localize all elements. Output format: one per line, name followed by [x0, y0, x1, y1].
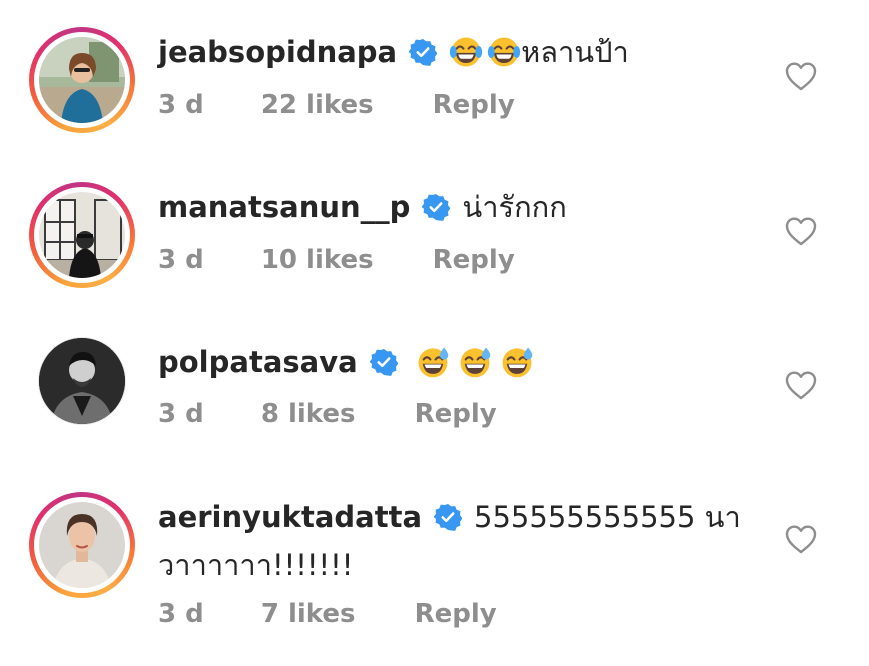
avatar[interactable] — [29, 27, 135, 133]
reply-button[interactable]: Reply — [433, 244, 515, 276]
verified-badge-icon — [434, 503, 462, 531]
profile-photo — [39, 192, 125, 278]
grinning-face-with-sweat-icon — [500, 345, 534, 379]
comment-meta: 3 d 7 likes Reply — [158, 598, 497, 630]
comment-meta: 3 d 10 likes Reply — [158, 244, 515, 276]
verified-badge-icon — [409, 38, 437, 66]
heart-outline-icon[interactable] — [785, 61, 817, 91]
avatar[interactable] — [38, 337, 126, 425]
reply-button[interactable]: Reply — [415, 398, 497, 430]
comment-username[interactable]: jeabsopidnapa — [158, 34, 397, 70]
comment-username[interactable]: polpatasava — [158, 344, 358, 380]
reply-button[interactable]: Reply — [433, 89, 515, 121]
comment-likes[interactable]: 7 likes — [261, 598, 356, 630]
comment-username[interactable]: aerinyuktadatta — [158, 499, 422, 535]
comment-time: 3 d — [158, 399, 204, 429]
comment-meta: 3 d 8 likes Reply — [158, 398, 497, 430]
heart-outline-icon[interactable] — [785, 524, 817, 554]
profile-photo — [39, 37, 125, 123]
verified-badge-icon — [422, 193, 450, 221]
comment-likes[interactable]: 22 likes — [261, 89, 374, 121]
comment-text-continued: วาาาาาา!!!!!!! — [158, 548, 354, 582]
avatar[interactable] — [29, 492, 135, 598]
comment-time: 3 d — [158, 90, 204, 120]
face-with-tears-of-joy-icon — [487, 35, 521, 69]
comment-username[interactable]: manatsanun__p — [158, 189, 410, 225]
comment-text: น่ารักกก — [462, 190, 567, 224]
comment-text: หลานป้า — [521, 35, 629, 69]
heart-outline-icon[interactable] — [785, 216, 817, 246]
grinning-face-with-sweat-icon — [416, 345, 450, 379]
profile-photo — [39, 502, 125, 588]
profile-photo — [39, 338, 125, 424]
comment-meta: 3 d 22 likes Reply — [158, 89, 515, 121]
heart-outline-icon[interactable] — [785, 370, 817, 400]
comment-time: 3 d — [158, 245, 204, 275]
face-with-tears-of-joy-icon — [449, 35, 483, 69]
comment-likes[interactable]: 8 likes — [261, 398, 356, 430]
comment-text: 555555555555 นา — [474, 500, 741, 534]
comment-likes[interactable]: 10 likes — [261, 244, 374, 276]
avatar[interactable] — [29, 182, 135, 288]
grinning-face-with-sweat-icon — [458, 345, 492, 379]
verified-badge-icon — [370, 348, 398, 376]
comment-time: 3 d — [158, 599, 204, 629]
reply-button[interactable]: Reply — [415, 598, 497, 630]
